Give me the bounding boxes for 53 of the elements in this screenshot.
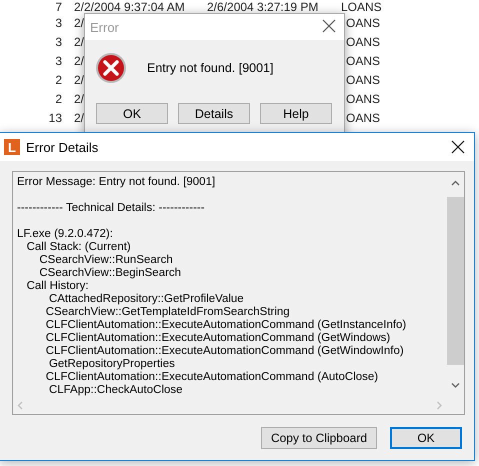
dialog-button[interactable]: Details [178,103,250,124]
detail-line: CLFClientAutomation::ExecuteAutomationCommand (GetWindows) [44,332,392,345]
detail-line: CLFApp::CheckAutoClose [48,384,184,397]
date-cell: 2/6/2004 3:27:19 PM [207,0,318,14]
detail-line: LF.exe (9.2.0.472): [17,228,114,241]
date-cell: 2/ [74,16,84,30]
category-cell: OANS [346,54,380,66]
detail-line: CSearchView::RunSearch [38,254,174,267]
detail-line: CLFClientAutomation::ExecuteAutomationCommand (GetInstanceInfo) [44,319,408,332]
date-cell: 2/ [74,34,84,48]
detail-line: CLFClientAutomation::ExecuteAutomationCommand (GetWindowInfo) [44,345,405,358]
date-cell: 2/ [74,92,84,106]
detail-line: CSearchView::GetTemplateIdFromSearchString [44,306,291,319]
count-cell-text: 13 [48,112,62,124]
category-cell: OANS [346,16,380,28]
details-text-box[interactable] [12,171,465,415]
detail-line: CLFClientAutomation::ExecuteAutomationCommand (AutoClose) [44,371,380,384]
category-cell: LOANS [341,0,382,12]
detail-line: Error Message: Entry not found. [9001] [17,176,216,189]
category-cell: OANS [346,36,380,48]
error-icon [95,52,127,84]
app-logo: L [4,139,20,155]
detail-line: Call History: [26,280,90,293]
date-cell: 2/ [74,54,84,68]
detail-line: CAttachedRepository::GetProfileValue [48,293,245,306]
scroll-down-icon[interactable] [451,382,460,389]
detail-line: Call Stack: (Current) [26,241,132,254]
category-cell: OANS [346,74,380,86]
date-cell: 2/ [74,72,84,86]
dialog-title: Error [90,20,119,34]
count-cell-text: 2 [54,92,62,104]
category-cell: OANS [346,92,380,104]
scrollbar-thumb[interactable] [447,197,464,365]
dialog-button[interactable]: Help [260,103,332,124]
error-message: Entry not found. [9001] [147,61,274,75]
close-icon[interactable] [451,140,465,154]
count-cell-text: 2 [54,74,62,86]
scroll-up-icon[interactable] [451,180,460,187]
detail-line: GetRepositoryProperties [48,358,176,371]
count-cell-text: 7 [54,0,62,12]
date-cell: 2/ [74,110,84,124]
window-title: Error Details [26,140,100,154]
category-cell: OANS [346,112,380,124]
close-icon[interactable] [322,18,336,32]
count-cell-text: 3 [54,36,62,48]
dialog-button[interactable]: OK [96,103,168,124]
count-cell-text: 3 [54,16,62,28]
dialog-button[interactable]: Copy to Clipboard [260,427,377,449]
detail-line: CSearchView::BeginSearch [38,267,182,280]
detail-line: ------------ Technical Details: ------------ [17,202,206,215]
dialog-button[interactable]: OK [390,427,462,449]
date-cell: 2/2/2004 9:37:04 AM [74,0,185,14]
count-cell-text: 3 [54,54,62,66]
